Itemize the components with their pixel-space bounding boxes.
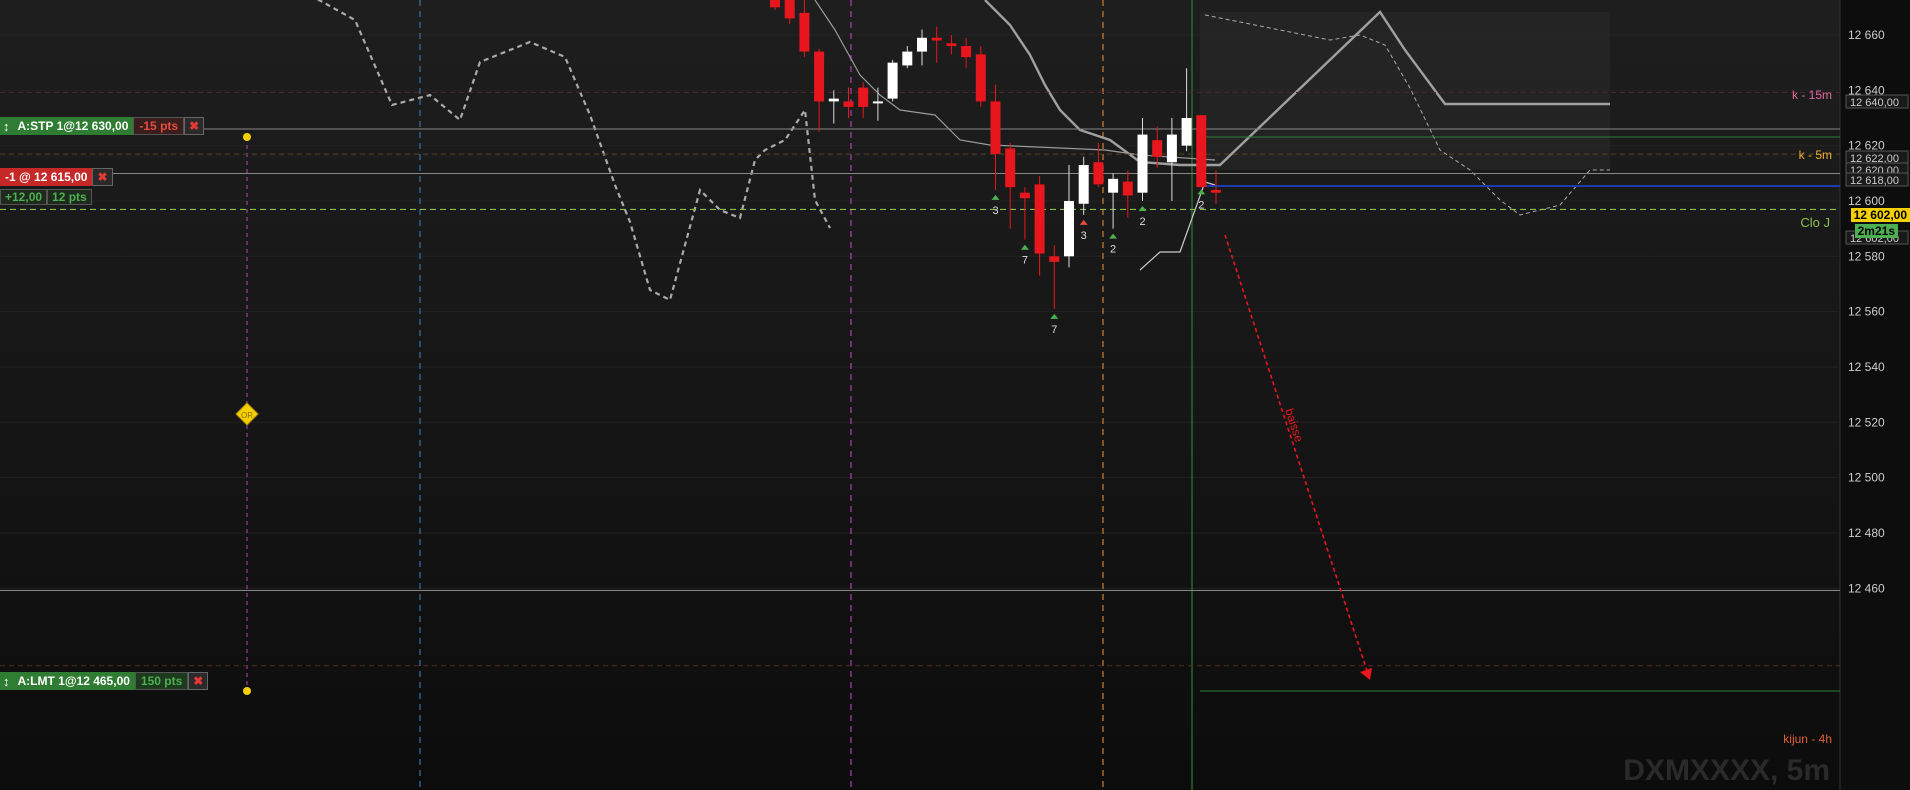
y-tick-label: 12 560 — [1848, 305, 1885, 319]
limit-order-bar[interactable]: ↕ A:LMT 1@12 465,00 150 pts ✖ — [0, 672, 209, 690]
y-tick-label: 12 540 — [1848, 360, 1885, 374]
candle-body — [1166, 134, 1177, 163]
candle-body — [872, 101, 883, 104]
candle-body — [946, 43, 957, 47]
signal-arrow — [1079, 219, 1088, 225]
signal-arrow — [1197, 189, 1206, 195]
position-pnl: +12,00 12 pts — [0, 189, 92, 205]
candle-body — [1108, 178, 1119, 193]
candle-body — [1034, 184, 1045, 254]
instrument-watermark: DXMXXXX, 5m — [1623, 754, 1830, 787]
stop-order-label[interactable]: A:STP 1@12 630,00 — [12, 117, 134, 135]
candle-body — [1064, 200, 1074, 257]
candle-timer-tag: 2m21s — [1854, 224, 1898, 238]
candle-body — [1196, 115, 1207, 188]
clo-j-label: Clo J — [1800, 215, 1830, 230]
candle-body — [784, 0, 795, 19]
candle-body — [1137, 134, 1148, 193]
candle-body — [917, 37, 927, 52]
candle-body — [1181, 117, 1192, 146]
candle-body — [770, 0, 780, 8]
kijun4h-label: kijun - 4h — [1783, 732, 1832, 746]
signal-label: 2 — [1110, 244, 1116, 256]
ma-thin-line — [814, 0, 1216, 161]
close-icon[interactable]: ✖ — [184, 117, 205, 135]
position-label[interactable]: -1 @ 12 615,00 — [0, 168, 93, 186]
candle-body — [990, 101, 1001, 154]
limit-order-label[interactable]: A:LMT 1@12 465,00 — [12, 672, 135, 690]
pnl-points: 12 pts — [47, 189, 92, 205]
candle-body — [828, 98, 839, 102]
close-icon[interactable]: ✖ — [92, 168, 113, 186]
candlestick-chart[interactable]: 12 66012 64012 62012 60012 58012 56012 5… — [0, 0, 1910, 790]
trend-arrow-line — [1224, 234, 1371, 681]
close-icon[interactable]: ✖ — [188, 672, 209, 690]
signal-arrow — [1109, 233, 1118, 239]
candle-body — [1093, 162, 1104, 185]
y-tick-label: 12 580 — [1848, 249, 1885, 263]
cloud-area — [1200, 12, 1610, 170]
drag-handle-icon[interactable]: ↕ — [0, 672, 13, 690]
candle-body — [1152, 140, 1163, 157]
k15m-label: k - 15m — [1792, 88, 1832, 102]
signal-label: 2 — [1139, 216, 1145, 228]
y-tick-label: 12 480 — [1848, 526, 1885, 540]
candle-body — [799, 12, 810, 52]
signal-label: 7 — [1022, 255, 1028, 267]
stop-order-points: -15 pts — [133, 117, 185, 135]
candle-body — [843, 101, 854, 107]
signal-label: 2 — [1198, 199, 1204, 211]
candle-body — [1005, 148, 1016, 188]
diamond-label: OR — [241, 411, 253, 420]
signal-arrow — [1020, 244, 1029, 250]
candle-body — [1019, 192, 1030, 199]
candle-body — [975, 54, 986, 102]
price-tag-label: 12 640,00 — [1850, 97, 1899, 109]
candle-body — [1122, 181, 1133, 196]
limit-order-points: 150 pts — [134, 672, 189, 690]
candle-body — [887, 62, 898, 99]
y-tick-label: 12 460 — [1848, 581, 1885, 595]
signal-label: 7 — [1051, 324, 1057, 336]
stop-order-bar[interactable]: ↕ A:STP 1@12 630,00 -15 pts ✖ — [0, 117, 205, 135]
candle-body — [858, 87, 869, 107]
signal-label: 3 — [992, 205, 998, 217]
candle-body — [1049, 256, 1060, 262]
candle-body — [1078, 165, 1089, 204]
position-bar[interactable]: -1 @ 12 615,00 ✖ — [0, 168, 113, 186]
candle-body — [902, 51, 913, 66]
y-tick-label: 12 500 — [1848, 471, 1885, 485]
drag-handle-icon[interactable]: ↕ — [0, 117, 13, 135]
y-tick-label: 12 660 — [1848, 28, 1885, 42]
signal-arrow — [1050, 313, 1059, 319]
pnl-value: +12,00 — [0, 189, 48, 205]
trend-label: baisse — [1282, 407, 1306, 445]
candle-body — [931, 37, 942, 41]
chart-area[interactable]: 12 660 12 640 12 620 12 600 12 580 12 560 12 5… — [0, 0, 1910, 790]
price-axis-panel — [1840, 0, 1910, 790]
signal-arrow — [1138, 205, 1147, 211]
price-tag-label: 12 618,00 — [1850, 175, 1899, 187]
signal-label: 3 — [1081, 230, 1087, 242]
k5m-label: k - 5m — [1799, 148, 1832, 162]
y-tick-label: 12 520 — [1848, 415, 1885, 429]
signal-arrow — [991, 194, 1000, 200]
marker-dot — [243, 687, 251, 695]
lagging-line — [316, 0, 831, 302]
current-price-tag: 12 602,00 — [1850, 208, 1910, 222]
y-tick-label: 12 600 — [1848, 194, 1885, 208]
candle-body — [961, 46, 972, 58]
marker-dot — [243, 133, 251, 141]
candle-body — [1211, 189, 1221, 193]
candle-body — [814, 51, 825, 102]
